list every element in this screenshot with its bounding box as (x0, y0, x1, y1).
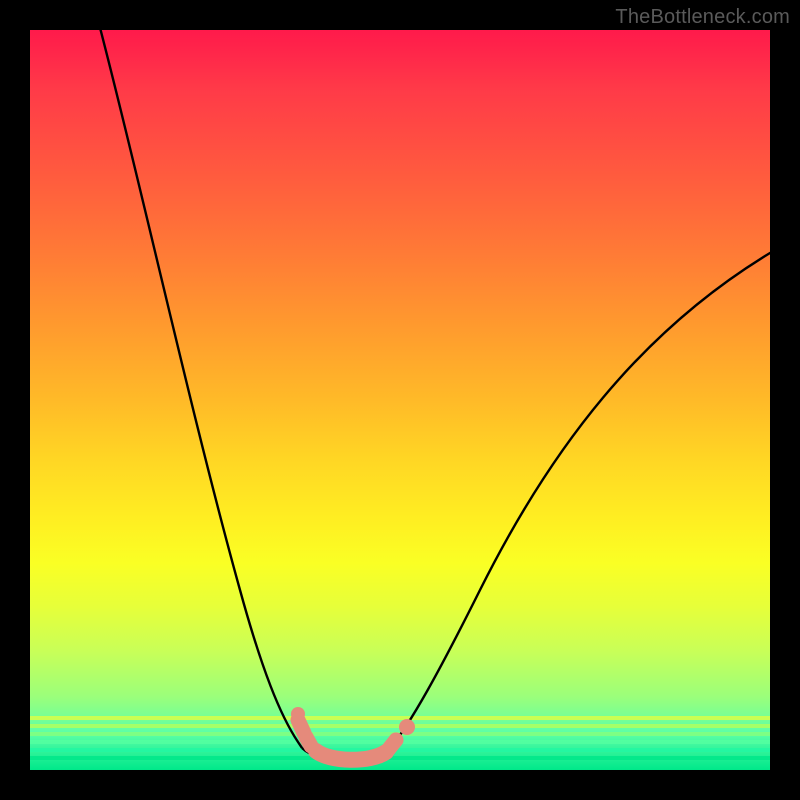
chart-svg (30, 30, 770, 770)
data-point (291, 707, 305, 721)
data-segment (388, 740, 396, 750)
data-worm-trough (316, 751, 386, 760)
curve-left-branch (98, 30, 302, 748)
curve-right-branch (390, 250, 770, 748)
chart-plot-area (30, 30, 770, 770)
data-segment (306, 737, 311, 746)
data-point (399, 719, 415, 735)
watermark-text: TheBottleneck.com (615, 6, 790, 29)
